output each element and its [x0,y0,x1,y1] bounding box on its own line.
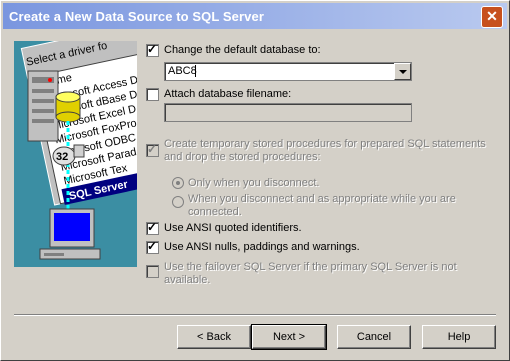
failover-label-line1: Use the failover SQL Server if the prima… [164,261,457,273]
ansi-nulls-label: Use ANSI nulls, paddings and warnings. [164,241,360,253]
close-button[interactable]: ✕ [481,6,503,28]
temp-procs-label-line1: Create temporary stored procedures for p… [164,138,486,150]
title-bar[interactable]: Create a New Data Source to SQL Server ✕ [3,3,507,29]
chevron-down-icon[interactable] [394,63,411,80]
database-combobox[interactable]: ABC8 [164,62,412,81]
temp-procs-label-line2: and drop the stored procedures: [164,151,321,163]
radio-disconnect-label-line1: When you disconnect and as appropriate w… [188,193,456,205]
illustration-graphic: Select a driver fo Name Microsoft Access… [14,41,137,267]
attach-db-label: Attach database filename: [164,88,292,100]
attach-db-field [164,103,412,122]
change-default-db-checkbox[interactable] [146,42,159,57]
temp-procs-checkbox [146,142,159,157]
wizard-illustration: Select a driver fo Name Microsoft Access… [14,41,137,267]
odbc-badge-label: 32 [56,151,68,163]
ansi-nulls-checkbox[interactable] [146,239,159,254]
ansi-quoted-label: Use ANSI quoted identifiers. [164,222,302,234]
failover-checkbox [146,265,159,278]
database-value: ABC8 [168,65,197,77]
radio-disconnect-label-line2: connected. [188,206,242,218]
database-icon [55,91,81,123]
next-button[interactable]: Next > [251,324,327,350]
radio-only-disconnect [172,177,184,189]
text-cursor [195,65,196,77]
change-default-db-label: Change the default database to: [164,44,321,56]
back-button[interactable]: < Back [177,325,251,349]
failover-label-line2: available. [164,274,211,286]
server-icon [27,70,59,142]
cancel-button[interactable]: Cancel [337,325,411,349]
help-button[interactable]: Help [422,325,496,349]
button-separator [14,314,496,316]
window-title: Create a New Data Source to SQL Server [9,9,264,24]
close-icon: ✕ [486,8,498,24]
radio-only-disconnect-label: Only when you disconnect. [188,177,320,189]
ansi-quoted-checkbox[interactable] [146,220,159,235]
attach-db-checkbox[interactable] [146,88,159,101]
radio-disconnect-and-connected [172,196,184,208]
